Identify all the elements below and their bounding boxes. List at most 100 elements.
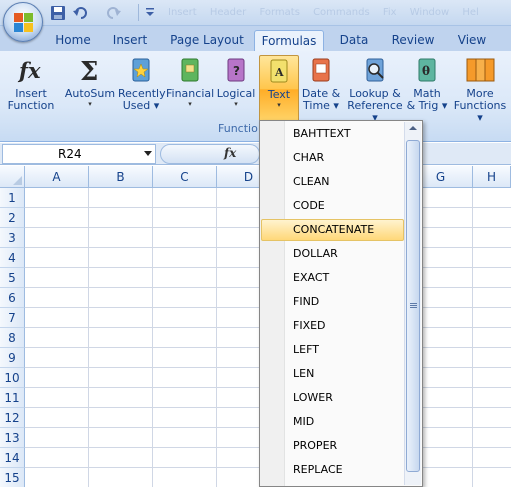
column-header-c[interactable]: C [153, 166, 217, 188]
recently-used-button[interactable]: Recently Used ▾ [118, 55, 166, 123]
classic-menu-labels: Insert Header Formats Commands Fix Windo… [168, 7, 479, 18]
menu-item-mid[interactable]: MID [261, 411, 404, 433]
office-button[interactable] [3, 2, 43, 42]
tab-home[interactable]: Home [52, 30, 94, 51]
menu-item-lower[interactable]: LOWER [261, 387, 404, 409]
column-header-a[interactable]: A [25, 166, 89, 188]
sigma-icon: Σ [80, 57, 98, 85]
row-header[interactable]: 9 [0, 348, 25, 368]
row-header[interactable]: 14 [0, 448, 25, 468]
date-time-book-icon [312, 58, 330, 82]
menu-item-left[interactable]: LEFT [261, 339, 404, 361]
row-header[interactable]: 8 [0, 328, 25, 348]
redo-icon[interactable] [104, 5, 122, 21]
menu-item-code[interactable]: CODE [261, 195, 404, 217]
tab-data[interactable]: Data [334, 30, 374, 51]
chevron-down-icon[interactable] [144, 151, 152, 157]
svg-text:?: ? [233, 64, 240, 78]
menu-item-char[interactable]: CHAR [261, 147, 404, 169]
logical-label: Logical [216, 87, 256, 100]
row-header[interactable]: 12 [0, 408, 25, 428]
math-trig-button[interactable]: θ Math & Trig ▾ [406, 55, 448, 123]
menu-item-find[interactable]: FIND [261, 291, 404, 313]
menu-item-concatenate[interactable]: CONCATENATE [261, 219, 404, 241]
row-header[interactable]: 2 [0, 208, 25, 228]
scrollbar-grip-icon [410, 303, 417, 309]
more-functions-button[interactable]: More Functions ▾ [450, 55, 510, 124]
tab-formulas[interactable]: Formulas [254, 30, 324, 51]
insert-function-button[interactable]: fx Insert Function [4, 55, 58, 123]
save-icon[interactable] [50, 5, 66, 21]
menu-item-fixed[interactable]: FIXED [261, 315, 404, 337]
menu-item-dollar[interactable]: DOLLAR [261, 243, 404, 265]
math-trig-book-icon: θ [418, 58, 436, 82]
row-header[interactable]: 13 [0, 428, 25, 448]
math-trig-label-2: & Trig ▾ [406, 99, 448, 112]
logical-book-icon: ? [227, 58, 245, 82]
name-box[interactable]: R24 [2, 144, 156, 164]
lookup-reference-button[interactable]: Lookup & Reference ▾ [344, 55, 406, 124]
menu-item-proper[interactable]: PROPER [261, 435, 404, 457]
financial-book-icon [181, 58, 199, 82]
text-functions-button[interactable]: A Text ▾ [259, 55, 299, 123]
autosum-button[interactable]: Σ AutoSum ▾ [64, 55, 116, 123]
tab-review[interactable]: Review [388, 30, 438, 51]
menu-item-replace[interactable]: REPLACE [261, 459, 404, 481]
corner-triangle-icon [13, 176, 22, 185]
undo-icon[interactable] [72, 5, 90, 21]
svg-text:Σ: Σ [80, 57, 98, 85]
more-functions-books-icon [466, 58, 495, 82]
row-header[interactable]: 10 [0, 368, 25, 388]
ribbon-formulas: fx Insert Function Σ AutoSum ▾ Recently … [0, 51, 511, 142]
logical-caret: ▾ [234, 100, 238, 108]
title-bar: Insert Header Formats Commands Fix Windo… [0, 0, 511, 42]
column-header-b[interactable]: B [89, 166, 153, 188]
recently-used-label-2: Used ▾ [122, 99, 160, 112]
text-book-icon: A [270, 59, 288, 83]
customize-qat-icon[interactable] [144, 5, 156, 19]
svg-text:θ: θ [422, 64, 430, 78]
tab-view[interactable]: View [452, 30, 492, 51]
autosum-caret: ▾ [88, 100, 92, 108]
financial-button[interactable]: Financial ▾ [166, 55, 214, 123]
svg-text:A: A [274, 66, 284, 79]
row-header[interactable]: 4 [0, 248, 25, 268]
autosum-label: AutoSum [64, 87, 116, 100]
row-header[interactable]: 11 [0, 388, 25, 408]
row-header[interactable]: 7 [0, 308, 25, 328]
svg-text:fx: fx [17, 58, 41, 83]
name-box-value: R24 [58, 147, 82, 161]
recently-used-book-icon [132, 58, 150, 82]
fx-icon[interactable]: fx [224, 146, 236, 160]
qat-separator [138, 4, 139, 21]
financial-label: Financial [166, 87, 215, 100]
office-logo-icon [14, 13, 33, 32]
tab-insert[interactable]: Insert [108, 30, 152, 51]
logical-button[interactable]: ? Logical ▾ [216, 55, 256, 123]
insert-function-label-2: Function [7, 99, 55, 112]
date-time-button[interactable]: Date & Time ▾ [300, 55, 342, 123]
row-header[interactable]: 15 [0, 468, 25, 487]
select-all-corner[interactable] [0, 166, 25, 188]
text-functions-dropdown: BAHTTEXT CHAR CLEAN CODE CONCATENATE DOL… [259, 120, 423, 487]
scrollbar-thumb[interactable] [406, 140, 420, 472]
financial-caret: ▾ [188, 100, 192, 108]
menu-item-exact[interactable]: EXACT [261, 267, 404, 289]
group-label-text: Functio [218, 122, 258, 135]
column-header-h[interactable]: H [473, 166, 511, 188]
menu-item-bahttext[interactable]: BAHTTEXT [261, 123, 404, 145]
row-header[interactable]: 1 [0, 188, 25, 208]
row-header[interactable]: 5 [0, 268, 25, 288]
tab-page-layout[interactable]: Page Layout [168, 30, 246, 51]
lookup-book-icon [366, 58, 384, 82]
scroll-up-arrow-icon[interactable] [409, 126, 417, 130]
menu-item-clean[interactable]: CLEAN [261, 171, 404, 193]
formula-bar-fx-area[interactable] [160, 144, 260, 164]
dropdown-scrollbar[interactable] [404, 122, 421, 485]
menu-item-len[interactable]: LEN [261, 363, 404, 385]
function-library-group-label: Functio [0, 122, 511, 138]
text-functions-label: Text [267, 88, 291, 101]
formula-bar: R24 [0, 143, 511, 165]
row-header[interactable]: 6 [0, 288, 25, 308]
row-header[interactable]: 3 [0, 228, 25, 248]
